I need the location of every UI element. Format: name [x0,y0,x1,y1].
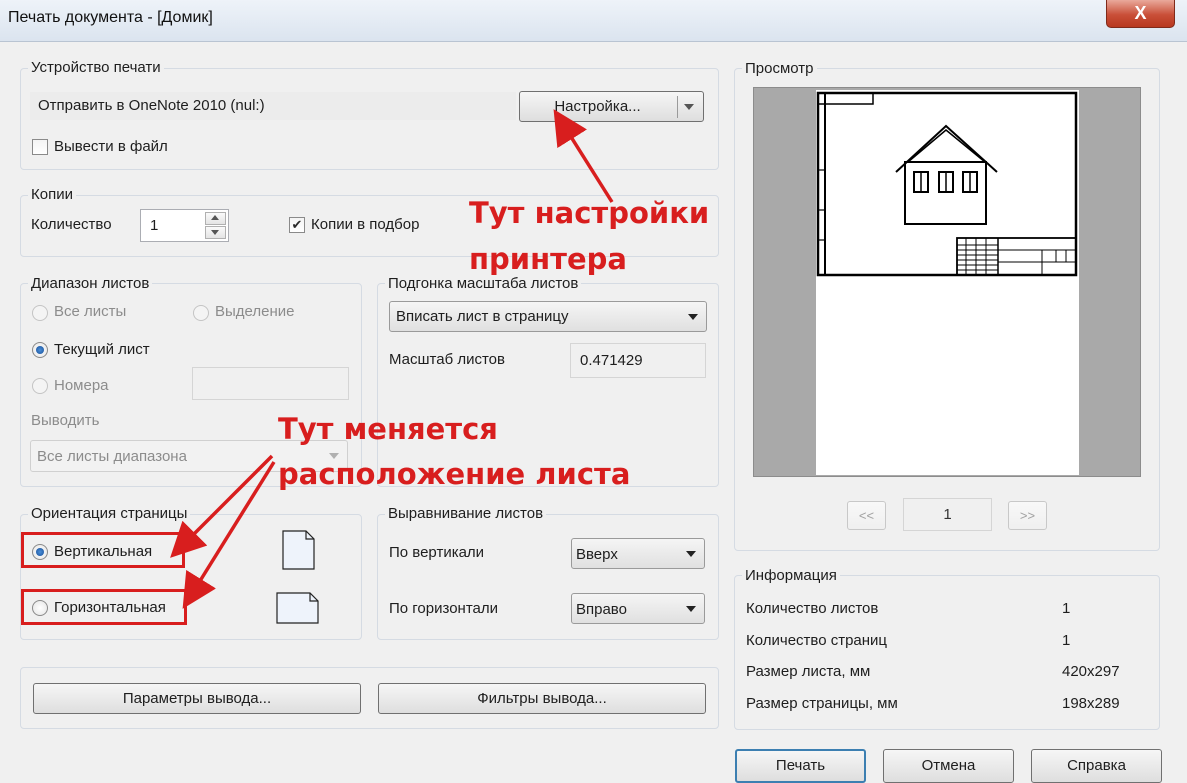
printer-value: Отправить в OneNote 2010 (nul:) [38,97,265,114]
close-button[interactable]: X [1106,0,1175,28]
printer-settings-label: Настройка... [554,98,641,115]
fit-select-value: Вписать лист в страницу [396,308,569,325]
output-params-button[interactable]: Параметры вывода... [33,683,361,714]
horizontal-select-value: Вправо [576,601,627,618]
copies-group-label: Копии [28,186,76,203]
help-button[interactable]: Справка [1031,749,1162,783]
print-button[interactable]: Печать [735,749,866,783]
title-bar: Печать документа - [Домик] X [0,0,1187,42]
radio-selection[interactable] [193,305,209,321]
orientation-group-label: Ориентация страницы [28,505,191,522]
radio-landscape[interactable] [32,600,48,616]
next-page-button[interactable]: >> [1008,501,1047,530]
range-group-label: Диапазон листов [28,275,153,292]
vertical-select[interactable]: Вверх [571,538,705,569]
preview-drawing [816,91,1078,277]
info-sheet-size-value: 420x297 [1062,663,1120,680]
all-sheets-label: Все листы [54,303,127,320]
horizontal-select[interactable]: Вправо [571,593,705,624]
radio-portrait[interactable] [32,544,48,560]
arrow-down-icon [211,230,219,235]
annotation-orientation-line1: Тут меняется [278,412,498,446]
quantity-stepper[interactable]: 1 [140,209,229,242]
info-page-size-value: 198x289 [1062,695,1120,712]
landscape-label: Горизонтальная [54,599,166,616]
info-sheet-size-label: Размер листа, мм [746,663,871,680]
info-page-size-label: Размер страницы, мм [746,695,898,712]
page-number-value: 1 [943,506,952,523]
annotation-orientation-line2: расположение листа [278,457,631,491]
collate-label: Копии в подбор [311,216,420,233]
print-to-file-label: Вывести в файл [54,138,168,155]
radio-numbers[interactable] [32,378,48,394]
info-pages-value: 1 [1062,632,1071,649]
help-button-label: Справка [1067,757,1126,774]
window-title: Печать документа - [Домик] [8,9,213,26]
printer-settings-button[interactable]: Настройка... [519,91,704,122]
vertical-label: По вертикали [389,544,485,561]
cancel-button-label: Отмена [921,757,976,774]
current-sheet-label: Текущий лист [54,341,150,358]
alignment-group-label: Выравнивание листов [385,505,547,522]
quantity-value: 1 [150,217,159,234]
landscape-page-icon [276,592,319,624]
horizontal-label: По горизонтали [389,600,499,617]
selection-label: Выделение [215,303,295,320]
quantity-label: Количество [31,216,112,233]
scale-label: Масштаб листов [389,351,505,368]
annotation-printer-settings-line1: Тут настройки [469,196,710,230]
annotation-printer-settings-line2: принтера [469,242,627,276]
checkmark-icon: ✔ [291,217,303,232]
preview-group-label: Просмотр [742,60,817,77]
output-filters-button[interactable]: Фильтры вывода... [378,683,706,714]
separator [677,96,678,118]
print-to-file-checkbox[interactable] [32,139,48,155]
info-group-label: Информация [742,567,840,584]
vertical-select-value: Вверх [576,546,618,563]
numbers-label: Номера [54,377,109,394]
cancel-button[interactable]: Отмена [883,749,1014,783]
page-number-field: 1 [903,498,992,531]
scaling-group-label: Подгонка масштаба листов [385,275,582,292]
collate-checkbox[interactable]: ✔ [289,217,305,233]
info-pages-label: Количество страниц [746,632,888,649]
portrait-label: Вертикальная [54,543,153,560]
scale-field: 0.471429 [570,343,706,378]
chevron-down-icon [688,313,698,320]
output-label: Выводить [31,412,100,429]
chevron-down-icon [686,550,696,557]
radio-current-sheet[interactable] [32,342,48,358]
scale-value: 0.471429 [580,352,643,369]
output-select-value: Все листы диапазона [37,448,187,465]
prev-page-button[interactable]: << [847,501,886,530]
print-button-label: Печать [775,757,826,774]
radio-all-sheets[interactable] [32,305,48,321]
info-sheets-label: Количество листов [746,600,879,617]
fit-select[interactable]: Вписать лист в страницу [389,301,707,332]
info-sheets-value: 1 [1062,600,1071,617]
device-group-label: Устройство печати [28,59,164,76]
portrait-page-icon [282,530,315,570]
chevron-down-icon [686,605,696,612]
numbers-input[interactable] [192,367,349,400]
arrow-up-icon [211,215,219,220]
chevron-down-icon [684,104,694,110]
